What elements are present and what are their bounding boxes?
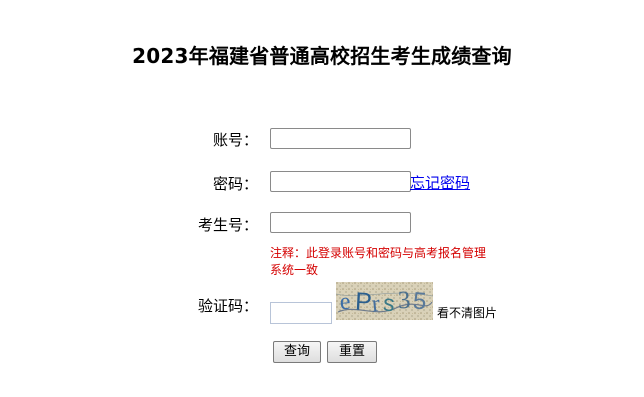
captcha-image[interactable]: e P r s 3 5 <box>336 282 433 320</box>
captcha-input[interactable] <box>270 302 332 324</box>
captcha-label: 验证码： <box>197 297 258 315</box>
captcha-char: 3 <box>397 287 411 315</box>
login-page: 2023年福建省普通高校招生考生成绩查询 账号： 密码： 忘记密码 考生号： 注… <box>0 0 644 397</box>
query-button[interactable]: 查询 <box>273 341 321 363</box>
forgot-password-link[interactable]: 忘记密码 <box>410 172 470 193</box>
exam-number-label: 考生号： <box>197 216 258 234</box>
page-title: 2023年福建省普通高校招生考生成绩查询 <box>132 44 512 68</box>
captcha-char: 5 <box>412 288 427 316</box>
captcha-char: s <box>382 289 396 316</box>
password-input[interactable] <box>270 171 411 192</box>
password-label: 密码： <box>212 175 258 193</box>
captcha-char: e <box>339 289 351 316</box>
account-input[interactable] <box>270 128 411 149</box>
captcha-refresh-link[interactable]: 看不清图片 <box>437 304 497 321</box>
reset-button[interactable]: 重置 <box>327 341 377 363</box>
login-note: 注释：此登录账号和密码与高考报名管理系统一致 <box>270 246 487 277</box>
account-label: 账号： <box>212 131 258 149</box>
exam-number-input[interactable] <box>270 212 411 233</box>
